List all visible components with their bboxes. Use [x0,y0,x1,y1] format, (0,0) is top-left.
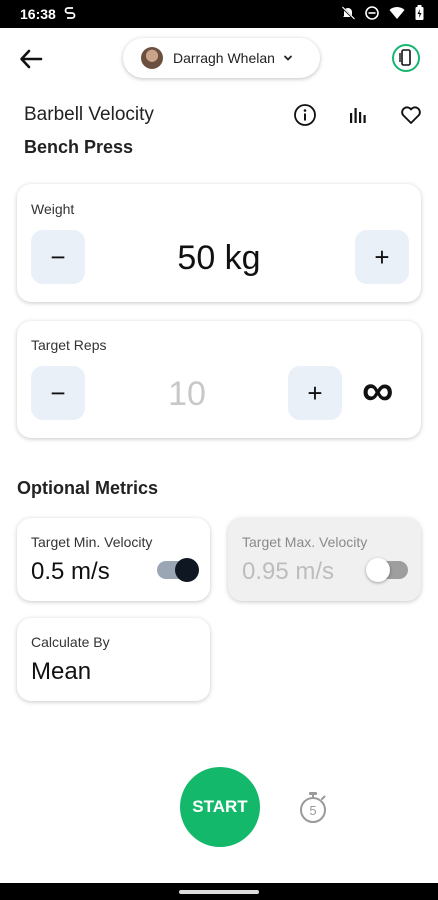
max-velocity-label: Target Max. Velocity [242,534,368,550]
stopwatch-icon: 5 [300,792,326,823]
wifi-icon [389,6,405,23]
info-button[interactable] [293,103,317,127]
optional-metrics-title: Optional Metrics [17,478,159,498]
target-reps-label: Target Reps [31,337,107,353]
minus-icon: − [50,377,66,408]
minus-icon: − [50,241,66,272]
countdown-timer-button[interactable]: 5 [297,791,329,825]
phone-icon [399,49,411,66]
home-handle[interactable] [179,890,259,894]
mute-icon [341,5,355,23]
calculate-by-card[interactable]: Calculate By Mean [17,618,210,701]
plus-icon: + [307,377,323,408]
do-not-disturb-icon [365,5,379,23]
info-icon [294,104,316,126]
max-velocity-card[interactable]: Target Max. Velocity 0.95 m/s [228,518,421,601]
max-velocity-value: 0.95 m/s [242,558,335,585]
user-name: Darragh Whelan [173,50,275,66]
weight-value: 50 kg [177,239,261,277]
favorite-button[interactable] [399,103,423,127]
start-button[interactable]: START [180,767,260,847]
reps-value: 10 [168,375,206,413]
toggle-knob [175,558,199,582]
infinite-reps-button[interactable]: ∞ [362,369,393,413]
user-selector[interactable]: Darragh Whelan [123,38,320,78]
weight-decrease-button[interactable]: − [31,230,85,284]
chevron-down-icon [284,55,292,61]
min-velocity-label: Target Min. Velocity [31,534,153,550]
weight-increase-button[interactable]: + [355,230,409,284]
exercise-title: Barbell Velocity [24,104,154,125]
heart-icon [401,106,421,124]
calculate-by-label: Calculate By [31,634,110,650]
toggle-knob [366,558,390,582]
avatar [141,47,163,69]
max-velocity-toggle[interactable] [366,558,408,582]
weight-label: Weight [31,201,75,217]
top-bar: Darragh Whelan [0,38,438,80]
back-button[interactable] [18,46,48,72]
status-bar: 16:38 [0,0,438,28]
countdown-seconds: 5 [309,803,316,818]
device-button[interactable] [392,44,420,72]
min-velocity-value: 0.5 m/s [31,558,110,585]
battery-icon [415,5,424,23]
status-time: 16:38 [20,6,56,22]
bar-chart-icon [350,108,366,123]
plus-icon: + [374,241,390,272]
stats-button[interactable] [346,103,370,127]
sync-icon [64,6,76,23]
arrow-left-icon [20,49,43,69]
exercise-name: Bench Press [24,137,134,157]
target-reps-card: Target Reps − 10 + ∞ [17,321,421,438]
system-nav-bar [0,883,438,900]
reps-decrease-button[interactable]: − [31,366,85,420]
min-velocity-card[interactable]: Target Min. Velocity 0.5 m/s [17,518,210,601]
calculate-by-value: Mean [31,658,92,685]
min-velocity-toggle[interactable] [157,558,199,582]
weight-card: Weight − 50 kg + [17,184,421,302]
reps-increase-button[interactable]: + [288,366,342,420]
